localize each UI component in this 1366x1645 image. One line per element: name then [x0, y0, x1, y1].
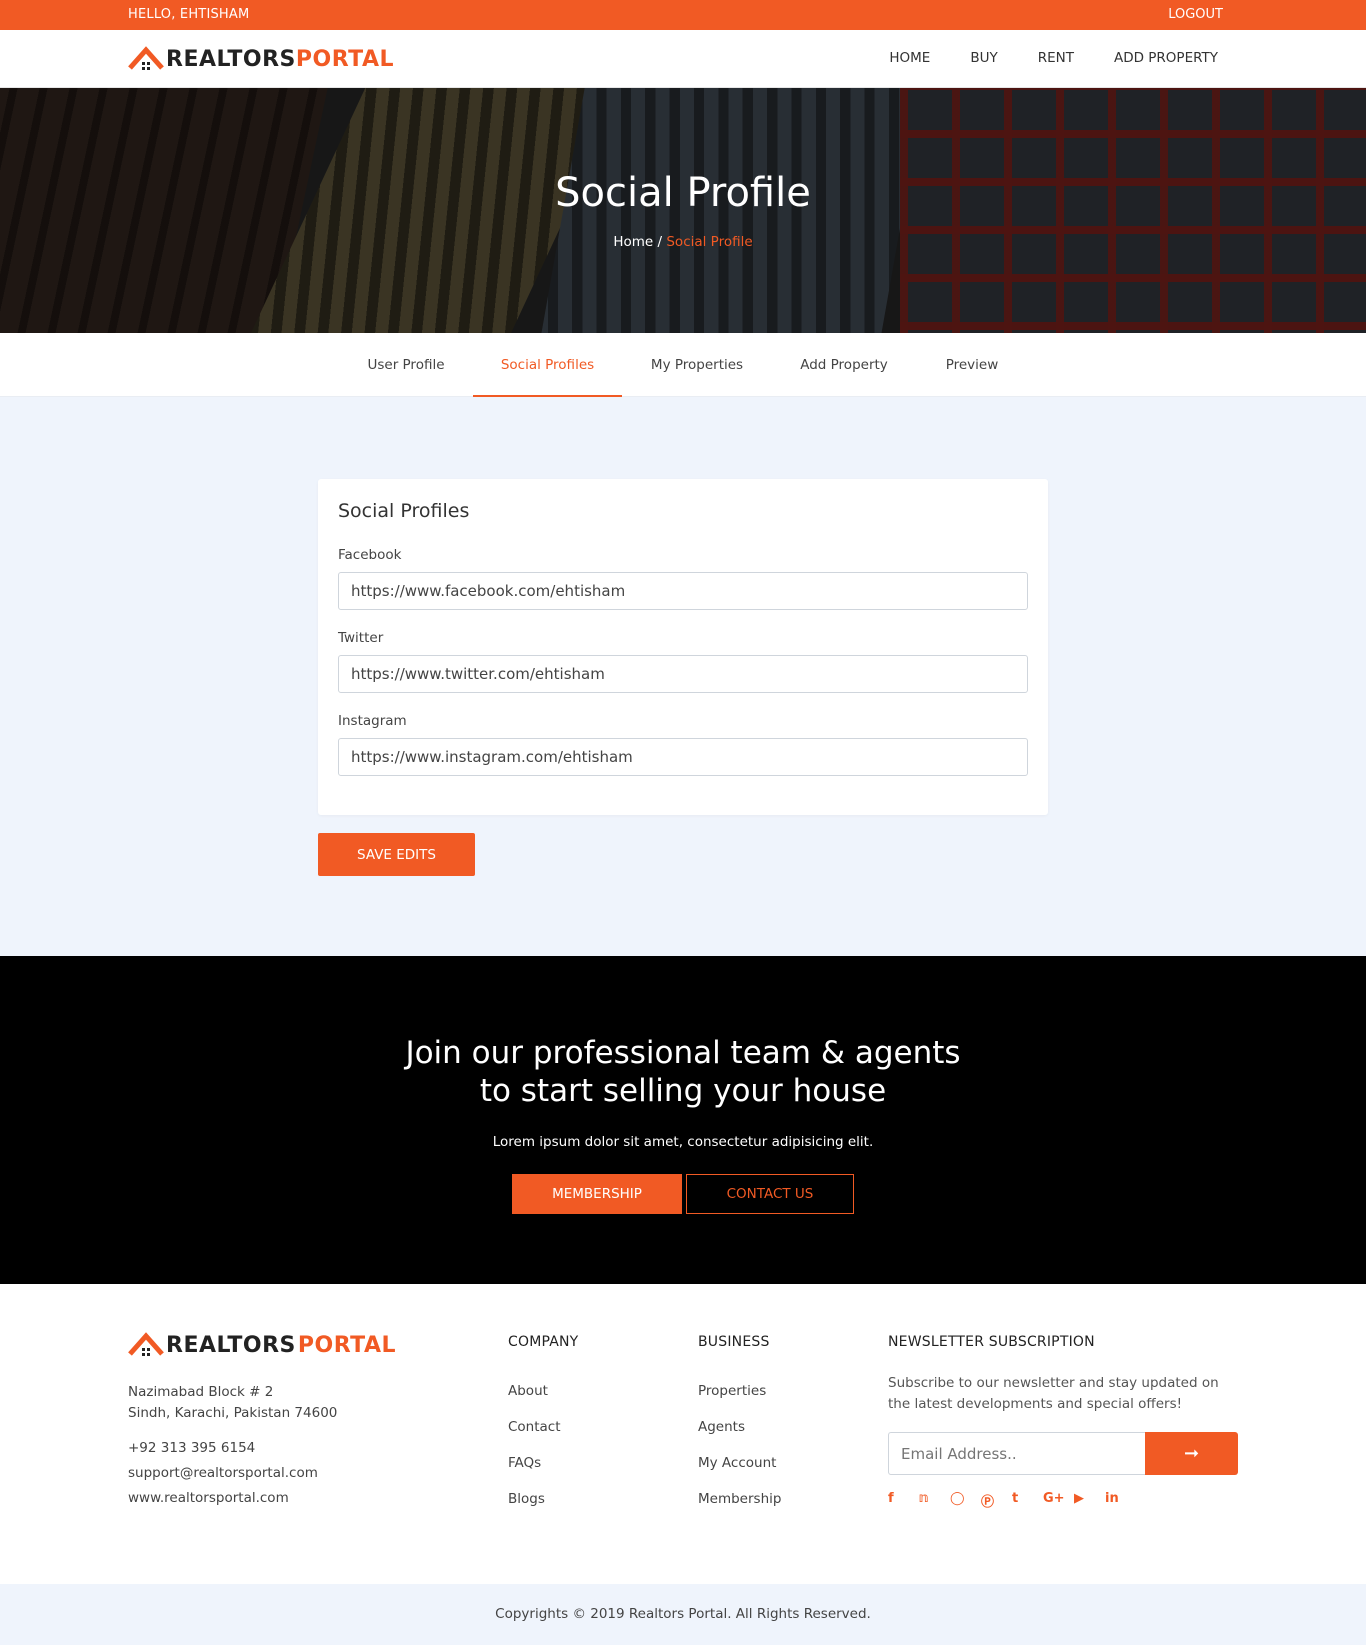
- nav-buy[interactable]: BUY: [970, 50, 997, 66]
- copyright-bar: Copyrights © 2019 Realtors Portal. All R…: [0, 1584, 1366, 1645]
- footer-link-membership[interactable]: Membership: [698, 1491, 781, 1507]
- breadcrumb: Home / Social Profile: [0, 234, 1366, 250]
- brand-name-part1: REALTORS: [166, 1332, 296, 1358]
- membership-button[interactable]: MEMBERSHIP: [512, 1174, 682, 1214]
- save-edits-button[interactable]: SAVE EDITS: [318, 833, 475, 876]
- brand-logo[interactable]: REALTORS PORTAL: [128, 44, 394, 74]
- logout-link[interactable]: LOGOUT: [1168, 7, 1223, 22]
- main-nav: HOME BUY RENT ADD PROPERTY: [889, 50, 1218, 66]
- footer-link-my-account[interactable]: My Account: [698, 1455, 776, 1471]
- brand-name-part2: PORTAL: [295, 46, 394, 72]
- footer-address-line2: Sindh, Karachi, Pakistan 74600: [128, 1405, 338, 1421]
- tab-social-profiles[interactable]: Social Profiles: [473, 333, 622, 397]
- card-title: Social Profiles: [338, 500, 470, 522]
- house-logo-icon: [128, 46, 164, 70]
- footer-logo[interactable]: REALTORS PORTAL: [128, 1330, 396, 1360]
- linkedin-icon[interactable]: in: [1105, 1491, 1136, 1510]
- footer-link-properties[interactable]: Properties: [698, 1383, 766, 1399]
- facebook-icon[interactable]: f: [888, 1491, 919, 1510]
- twitter-field[interactable]: [338, 655, 1028, 693]
- footer-website[interactable]: www.realtorsportal.com: [128, 1488, 289, 1509]
- footer-link-blogs[interactable]: Blogs: [508, 1491, 545, 1507]
- page-title: Social Profile: [555, 170, 811, 216]
- breadcrumb-current: Social Profile: [666, 234, 753, 250]
- pinterest-icon[interactable]: Ⓟ: [981, 1491, 1012, 1510]
- newsletter-text: Subscribe to our newsletter and stay upd…: [888, 1375, 1219, 1412]
- tab-my-properties[interactable]: My Properties: [640, 333, 754, 397]
- tumblr-icon[interactable]: t: [1012, 1491, 1043, 1510]
- hero-banner: Social Profile Home / Social Profile: [0, 88, 1366, 333]
- contact-us-button[interactable]: CONTACT US: [686, 1174, 854, 1214]
- footer-email[interactable]: support@realtorsportal.com: [128, 1463, 318, 1484]
- tab-user-profile[interactable]: User Profile: [355, 333, 457, 397]
- nav-rent[interactable]: RENT: [1038, 50, 1074, 66]
- footer-link-about[interactable]: About: [508, 1383, 548, 1399]
- user-greeting: HELLO, EHTISHAM: [128, 7, 250, 22]
- site-footer: REALTORS PORTAL Nazimabad Block # 2 Sindh…: [0, 1284, 1366, 1584]
- cta-text: Lorem ipsum dolor sit amet, consectetur …: [492, 1134, 874, 1150]
- company-title: COMPANY: [508, 1334, 579, 1350]
- brand-name-part2: PORTAL: [297, 1332, 396, 1358]
- business-title: BUSINESS: [698, 1334, 770, 1350]
- tab-add-property[interactable]: Add Property: [793, 333, 895, 397]
- facebook-field[interactable]: [338, 572, 1028, 610]
- newsletter-title: NEWSLETTER SUBSCRIPTION: [888, 1334, 1095, 1350]
- site-header: REALTORS PORTAL HOME BUY RENT ADD PROPERT…: [0, 30, 1366, 88]
- facebook-label: Facebook: [338, 547, 402, 563]
- cta-heading-line1: Join our professional team & agents: [405, 1035, 961, 1071]
- footer-address-line1: Nazimabad Block # 2: [128, 1384, 274, 1400]
- profile-tabs: User Profile Social Profiles My Properti…: [0, 333, 1366, 397]
- instagram-label: Instagram: [338, 713, 407, 729]
- footer-phone: +92 313 395 6154: [128, 1440, 256, 1456]
- instagram-icon[interactable]: ◯: [950, 1491, 981, 1510]
- google-plus-icon[interactable]: G+: [1043, 1491, 1074, 1510]
- twitter-label: Twitter: [338, 630, 384, 646]
- social-links: f 𝕟 ◯ Ⓟ t G+ ▶ in: [888, 1491, 1136, 1510]
- nav-add-property[interactable]: ADD PROPERTY: [1114, 50, 1218, 66]
- cta-heading-line2: to start selling your house: [479, 1073, 887, 1109]
- footer-link-faqs[interactable]: FAQs: [508, 1455, 541, 1471]
- newsletter-email-input[interactable]: [888, 1432, 1145, 1475]
- cta-section: Join our professional team & agents to s…: [0, 956, 1366, 1284]
- footer-link-agents[interactable]: Agents: [698, 1419, 745, 1435]
- nav-home[interactable]: HOME: [889, 50, 930, 66]
- twitter-icon[interactable]: 𝕟: [919, 1491, 950, 1510]
- youtube-icon[interactable]: ▶: [1074, 1491, 1105, 1510]
- tab-preview[interactable]: Preview: [935, 333, 1009, 397]
- main-content: Social Profiles Facebook Twitter Instagr…: [0, 397, 1366, 956]
- social-profiles-card: Social Profiles Facebook Twitter Instagr…: [318, 479, 1048, 815]
- brand-name-part1: REALTORS: [166, 46, 296, 72]
- top-bar: HELLO, EHTISHAM LOGOUT: [0, 0, 1366, 30]
- arrow-right-icon: ➞: [1183, 1443, 1200, 1463]
- newsletter-submit-button[interactable]: ➞: [1145, 1432, 1238, 1475]
- breadcrumb-home[interactable]: Home /: [613, 234, 662, 250]
- house-logo-icon: [128, 1332, 164, 1356]
- instagram-field[interactable]: [338, 738, 1028, 776]
- footer-link-contact[interactable]: Contact: [508, 1419, 561, 1435]
